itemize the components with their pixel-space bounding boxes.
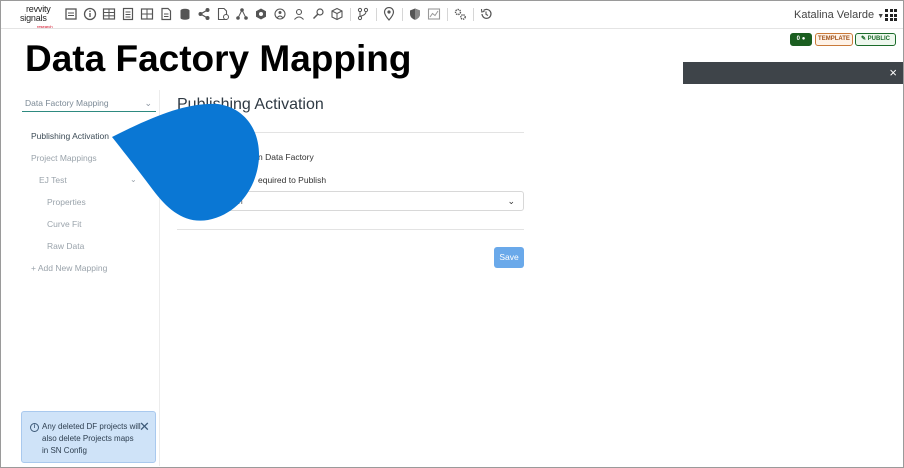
chart-icon[interactable] xyxy=(426,6,442,22)
document-icon[interactable] xyxy=(158,6,174,22)
hexagon-icon[interactable] xyxy=(253,6,269,22)
history-icon[interactable] xyxy=(478,6,494,22)
required-to-publish-label: equired to Publish xyxy=(258,175,327,185)
user-name: Katalina Velarde xyxy=(794,9,875,21)
data-factory-label: n Data Factory xyxy=(258,152,314,162)
public-badge[interactable]: ✎ PUBLIC xyxy=(855,33,896,46)
close-icon[interactable]: × xyxy=(889,65,897,81)
toolbar-divider xyxy=(350,8,351,21)
sidebar-item-project-mappings[interactable]: Project Mappings xyxy=(31,152,97,164)
molecule-icon[interactable] xyxy=(291,6,307,22)
apps-grid-icon[interactable] xyxy=(885,9,897,21)
activation-dropdown[interactable]: n ⌄ xyxy=(177,191,524,211)
sidebar-item-curve-fit[interactable]: Curve Fit xyxy=(47,218,81,230)
info-icon[interactable] xyxy=(82,6,98,22)
sidebar-item-ej-test[interactable]: EJ Test xyxy=(39,174,67,186)
sidebar-item-publishing-activation[interactable]: Publishing Activation xyxy=(31,130,109,142)
info-notice: i Any deleted DF projects will also dele… xyxy=(21,411,156,463)
public-label: PUBLIC xyxy=(867,36,891,42)
toolbar-divider xyxy=(473,8,474,21)
gears-icon[interactable] xyxy=(452,6,468,22)
mapping-select-value: Data Factory Mapping xyxy=(25,98,109,108)
add-new-mapping-link[interactable]: + Add New Mapping xyxy=(31,262,107,274)
database-icon[interactable] xyxy=(177,6,193,22)
hierarchy-icon[interactable] xyxy=(234,6,250,22)
page-title: Publishing Activation xyxy=(177,96,324,113)
table-icon[interactable] xyxy=(101,6,117,22)
caret-down-icon: ▼ xyxy=(877,13,885,20)
sidebar-item-properties[interactable]: Properties xyxy=(47,196,86,208)
list-icon[interactable] xyxy=(120,6,136,22)
file-shapes-icon[interactable] xyxy=(215,6,231,22)
user-menu[interactable]: Katalina Velarde ▼ xyxy=(794,9,884,21)
pencil-icon: ✎ xyxy=(860,36,866,42)
chevron-down-icon: ⌄ xyxy=(507,196,515,206)
top-toolbar: revvity signals research Katalina Velard… xyxy=(1,1,903,29)
shield-icon[interactable] xyxy=(407,6,423,22)
grid-icon[interactable] xyxy=(139,6,155,22)
save-button[interactable]: Save xyxy=(494,247,524,268)
comments-count: 0 xyxy=(796,36,801,42)
branch-icon[interactable] xyxy=(355,6,371,22)
chevron-down-icon: ⌄ xyxy=(144,98,152,108)
comments-badge[interactable]: 0 ● xyxy=(790,33,812,46)
template-badge[interactable]: TEMPLATE xyxy=(815,33,853,46)
mapping-select[interactable]: Data Factory Mapping ⌄ xyxy=(22,94,156,112)
sidebar: Data Factory Mapping ⌄ xyxy=(18,90,160,466)
box-icon[interactable] xyxy=(329,6,345,22)
sidebar-item-raw-data[interactable]: Raw Data xyxy=(47,240,84,252)
notification-bar: × xyxy=(683,62,903,84)
logo-text-research: research xyxy=(37,24,53,29)
map-pin-icon[interactable] xyxy=(381,6,397,22)
divider xyxy=(177,229,524,230)
flask-icon[interactable] xyxy=(310,6,326,22)
comment-icon: ● xyxy=(801,36,806,42)
notice-text: Any deleted DF projects will also delete… xyxy=(42,422,141,455)
divider xyxy=(177,132,524,133)
chevron-down-icon[interactable]: ⌄ xyxy=(130,175,137,184)
revvity-signals-logo[interactable]: revvity signals research xyxy=(20,3,56,30)
notebook-icon[interactable] xyxy=(63,6,79,22)
close-icon[interactable]: ✕ xyxy=(139,419,150,435)
atom-icon[interactable] xyxy=(272,6,288,22)
toolbar-divider xyxy=(376,8,377,21)
info-icon: i xyxy=(30,423,39,432)
overlay-title: Data Factory Mapping xyxy=(25,38,412,79)
toolbar-divider xyxy=(402,8,403,21)
share-icon[interactable] xyxy=(196,6,212,22)
toolbar-divider xyxy=(447,8,448,21)
dropdown-value: n xyxy=(238,196,243,206)
